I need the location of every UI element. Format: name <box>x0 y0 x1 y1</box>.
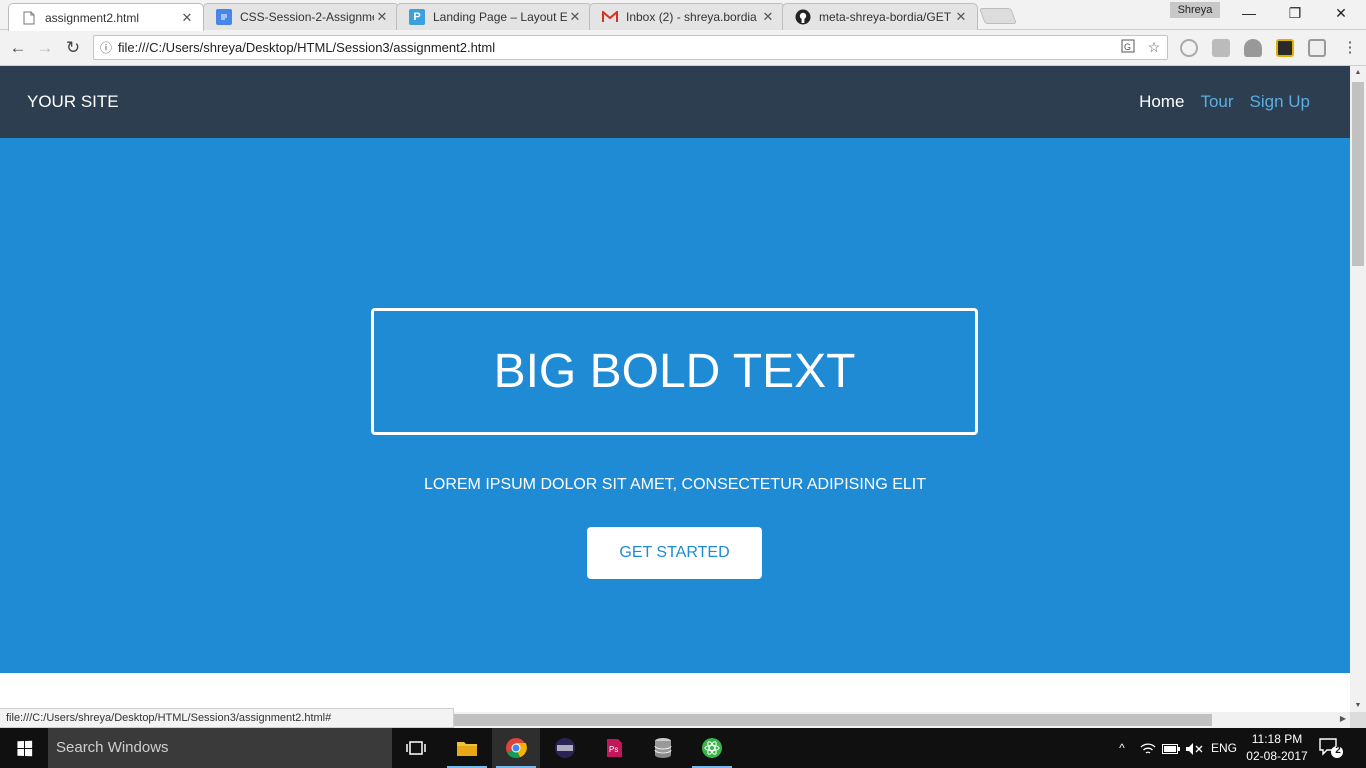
profile-button[interactable]: Shreya <box>1170 2 1220 18</box>
tab-title: CSS-Session-2-Assignme <box>240 10 374 24</box>
svg-text:G: G <box>1124 42 1131 52</box>
get-started-button[interactable]: GET STARTED <box>587 527 762 579</box>
pdf-extension-icon[interactable] <box>1212 39 1230 57</box>
notification-count-badge: 2 <box>1335 745 1341 756</box>
svg-text:Ps: Ps <box>609 745 618 754</box>
hero-headline: BIG BOLD TEXT <box>371 308 978 435</box>
scroll-up-arrow-icon[interactable]: ▲ <box>1350 69 1366 76</box>
tab-assignment2[interactable]: assignment2.html ✕ <box>8 3 204 31</box>
close-tab-icon[interactable]: ✕ <box>760 9 776 25</box>
wifi-icon[interactable] <box>1138 728 1158 768</box>
extension-circle-icon[interactable] <box>1180 39 1198 57</box>
horizontal-scroll-thumb[interactable] <box>452 714 1212 726</box>
back-arrow-icon[interactable]: ← <box>6 36 30 60</box>
volume-muted-icon[interactable] <box>1183 728 1205 768</box>
extension-check-icon[interactable] <box>1276 39 1294 57</box>
scroll-right-arrow-icon[interactable]: ▶ <box>1340 714 1346 723</box>
address-bar[interactable]: ⓘ file:///C:/Users/shreya/Desktop/HTML/S… <box>93 35 1168 60</box>
nav-link-tour[interactable]: Tour <box>1200 92 1233 112</box>
close-tab-icon[interactable]: ✕ <box>179 10 195 26</box>
tab-title: assignment2.html <box>45 10 140 25</box>
forward-arrow-icon[interactable]: → <box>33 36 57 60</box>
info-icon[interactable]: ⓘ <box>94 39 118 56</box>
taskbar-search[interactable]: Search Windows <box>48 728 392 768</box>
clock-time: 11:18 PM <box>1251 732 1303 746</box>
eclipse-icon[interactable] <box>541 728 589 768</box>
chrome-menu-icon[interactable]: ⋮ <box>1338 36 1362 60</box>
tab-inbox[interactable]: Inbox (2) - shreya.bordia ✕ <box>589 3 785 30</box>
status-bar-url: file:///C:/Users/shreya/Desktop/HTML/Ses… <box>0 708 454 728</box>
minimize-icon[interactable]: — <box>1226 0 1272 28</box>
vertical-scroll-thumb[interactable] <box>1352 82 1364 266</box>
extension-hex-icon[interactable] <box>1308 39 1326 57</box>
translate-icon[interactable]: G <box>1115 39 1141 56</box>
close-tab-icon[interactable]: ✕ <box>374 9 390 25</box>
reload-icon[interactable]: ↻ <box>61 36 85 60</box>
google-docs-icon <box>216 9 232 25</box>
extension-cube-icon[interactable] <box>1244 39 1262 57</box>
show-hidden-icons-icon[interactable]: ^ <box>1112 728 1132 768</box>
tab-strip: assignment2.html ✕ CSS-Session-2-Assignm… <box>0 0 1366 31</box>
close-tab-icon[interactable]: ✕ <box>567 9 583 25</box>
clock-date: 02-08-2017 <box>1246 749 1308 763</box>
action-center-icon[interactable]: 2 <box>1318 736 1344 760</box>
vertical-scrollbar[interactable]: ▲ ▼ <box>1350 66 1366 712</box>
p-icon: P <box>409 9 425 25</box>
hero-subtitle: LOREM IPSUM DOLOR SIT AMET, CONSECTETUR … <box>423 476 926 493</box>
battery-icon[interactable] <box>1160 728 1182 768</box>
tab-landing-page[interactable]: P Landing Page – Layout E ✕ <box>396 3 592 30</box>
gmail-icon <box>602 9 618 25</box>
tab-title: Landing Page – Layout E <box>433 10 567 24</box>
pdf-reader-icon[interactable]: Ps <box>590 728 638 768</box>
new-tab-button[interactable] <box>979 8 1017 24</box>
nav-link-home[interactable]: Home <box>1139 92 1184 112</box>
site-header: YOUR SITE Home Tour Sign Up <box>0 66 1350 138</box>
start-button[interactable] <box>0 728 48 768</box>
file-explorer-icon[interactable] <box>443 728 491 768</box>
nav-link-sign-up[interactable]: Sign Up <box>1250 92 1310 112</box>
github-icon <box>795 9 811 25</box>
window-close-icon[interactable]: ✕ <box>1318 0 1364 28</box>
restore-icon[interactable]: ❐ <box>1272 0 1318 28</box>
language-indicator[interactable]: ENG <box>1208 728 1240 768</box>
taskbar-clock[interactable]: 11:18 PM 02-08-2017 <box>1242 731 1312 765</box>
atom-icon[interactable] <box>688 728 736 768</box>
bookmark-star-icon[interactable]: ☆ <box>1141 39 1167 56</box>
close-tab-icon[interactable]: ✕ <box>953 9 969 25</box>
windows-logo-icon <box>16 740 32 756</box>
tab-css-session[interactable]: CSS-Session-2-Assignme ✕ <box>203 3 399 30</box>
tab-title: meta-shreya-bordia/GET <box>819 10 952 24</box>
browser-toolbar: ← → ↻ ⓘ file:///C:/Users/shreya/Desktop/… <box>0 30 1366 66</box>
scrollbar-corner <box>1350 712 1366 728</box>
site-brand[interactable]: YOUR SITE <box>27 92 119 112</box>
chrome-icon[interactable] <box>492 728 540 768</box>
tab-title: Inbox (2) - shreya.bordia <box>626 10 757 24</box>
page-viewport: YOUR SITE Home Tour Sign Up BIG BOLD TEX… <box>0 66 1350 712</box>
page-icon <box>21 10 37 26</box>
database-icon[interactable] <box>639 728 687 768</box>
scroll-down-arrow-icon[interactable]: ▼ <box>1350 702 1366 709</box>
tab-github[interactable]: meta-shreya-bordia/GET ✕ <box>782 3 978 30</box>
site-nav: Home Tour Sign Up <box>1139 92 1310 112</box>
task-view-icon[interactable] <box>392 728 440 768</box>
windows-taskbar: Search Windows Ps ^ ENG 11:18 PM 02-08-2… <box>0 728 1366 768</box>
address-url[interactable]: file:///C:/Users/shreya/Desktop/HTML/Ses… <box>118 40 1115 55</box>
hero-section: BIG BOLD TEXT LOREM IPSUM DOLOR SIT AMET… <box>0 138 1350 673</box>
